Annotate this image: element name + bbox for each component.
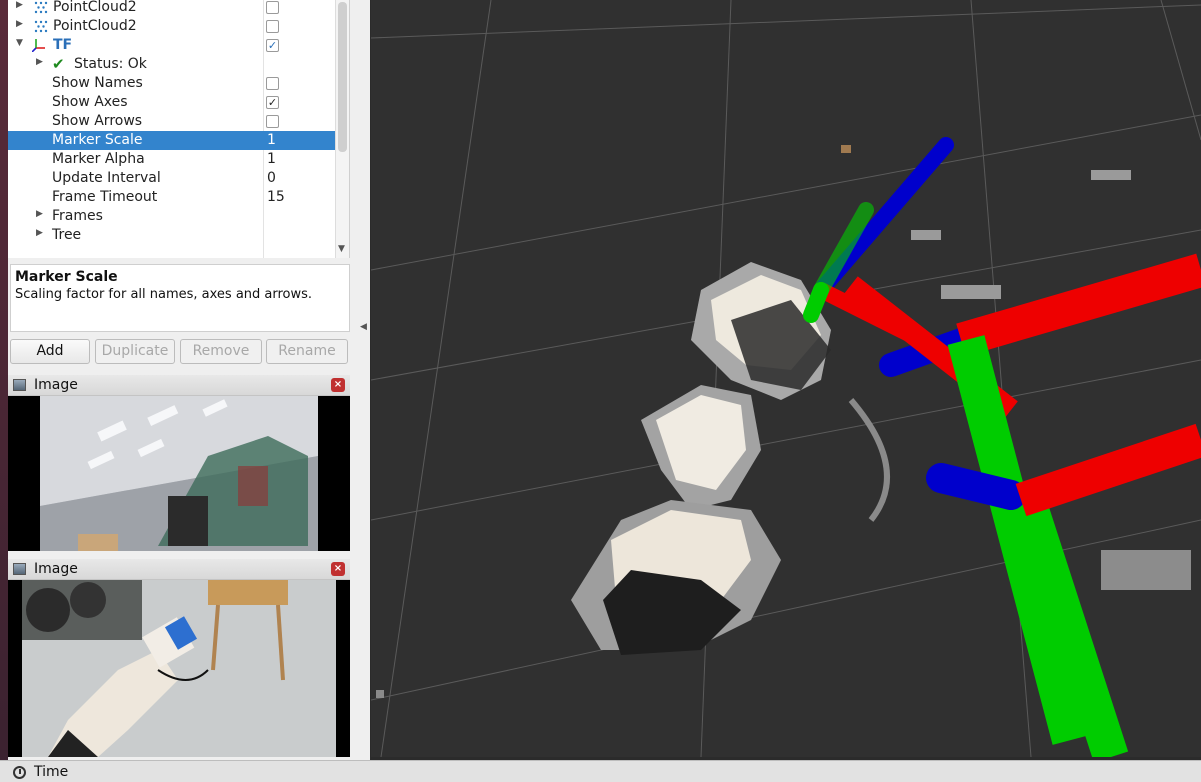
expand-arrow-icon[interactable]: ▶ — [16, 0, 23, 10]
description-text: Scaling factor for all names, axes and a… — [15, 287, 313, 302]
tree-row-frames[interactable]: ▶ Frames — [8, 207, 335, 226]
tree-row-label: Frames — [52, 208, 103, 224]
property-description: Marker Scale Scaling factor for all name… — [10, 264, 350, 332]
show-names-checkbox[interactable] — [266, 77, 279, 90]
duplicate-button[interactable]: Duplicate — [95, 339, 175, 364]
tree-row-marker-alpha[interactable]: Marker Alpha 1 — [8, 150, 335, 169]
enable-checkbox[interactable] — [266, 20, 279, 33]
expand-arrow-icon[interactable]: ▶ — [36, 57, 43, 67]
tree-row-label: TF — [53, 37, 73, 53]
frame-timeout-value[interactable]: 15 — [267, 188, 285, 207]
marker-scale-value[interactable]: 1 — [267, 131, 276, 150]
image-icon — [13, 563, 26, 575]
rviz-window: ▶ PointCloud2 ▶ PointCloud2 ▼ TF ✓ ▶ ✔ S… — [0, 0, 1201, 782]
tree-row-show-arrows[interactable]: Show Arrows — [8, 112, 335, 131]
camera-image-2 — [8, 580, 350, 757]
pointcloud-icon — [34, 1, 48, 14]
update-interval-value[interactable]: 0 — [267, 169, 276, 188]
tree-row-label: Show Arrows — [52, 113, 143, 129]
tree-row-label: PointCloud2 — [53, 18, 137, 34]
camera-image-1-render — [8, 396, 350, 551]
tree-row-show-names[interactable]: Show Names — [8, 74, 335, 93]
expand-arrow-icon[interactable]: ▶ — [16, 19, 23, 29]
tree-row-status[interactable]: ▶ ✔ Status: Ok — [8, 55, 335, 74]
add-button[interactable]: Add — [10, 339, 90, 364]
marker-alpha-value[interactable]: 1 — [267, 150, 276, 169]
collapse-panel-arrow-icon[interactable]: ◀ — [360, 322, 367, 332]
image-panel-title: Image — [34, 377, 78, 393]
rename-button[interactable]: Rename — [266, 339, 348, 364]
tree-row-pointcloud2-a[interactable]: ▶ PointCloud2 — [8, 0, 335, 17]
tree-row-label: Marker Scale — [52, 132, 143, 148]
close-icon[interactable]: × — [331, 562, 345, 576]
description-title: Marker Scale — [15, 269, 118, 285]
tree-row-label: Show Names — [52, 75, 143, 91]
image-panel-title-bar[interactable]: Image × — [8, 559, 350, 580]
collapse-arrow-icon[interactable]: ▼ — [16, 38, 23, 48]
tree-row-marker-scale[interactable]: Marker Scale 1 — [8, 131, 335, 150]
desktop-dock-strip — [0, 0, 8, 760]
clock-icon — [13, 766, 26, 779]
show-axes-checkbox[interactable]: ✓ — [266, 96, 279, 109]
tree-row-label: Tree — [52, 227, 82, 243]
expand-arrow-icon[interactable]: ▶ — [36, 228, 43, 238]
left-panel: ▶ PointCloud2 ▶ PointCloud2 ▼ TF ✓ ▶ ✔ S… — [8, 0, 370, 760]
tree-row-tf[interactable]: ▼ TF ✓ — [8, 36, 335, 55]
show-arrows-checkbox[interactable] — [266, 115, 279, 128]
image-panel-title-bar[interactable]: Image × — [8, 375, 350, 396]
image-panel-title: Image — [34, 561, 78, 577]
enable-checkbox[interactable] — [266, 1, 279, 14]
image-icon — [13, 379, 26, 391]
time-panel-title: Time — [34, 764, 69, 780]
tree-row-tree[interactable]: ▶ Tree — [8, 226, 335, 245]
pointcloud-icon — [34, 20, 48, 33]
remove-button[interactable]: Remove — [180, 339, 262, 364]
camera-image-1 — [8, 396, 350, 551]
3d-viewport[interactable] — [371, 0, 1201, 757]
image-panel-1: Image × — [8, 375, 350, 551]
tree-row-label: Frame Timeout — [52, 189, 158, 205]
displays-tree[interactable]: ▶ PointCloud2 ▶ PointCloud2 ▼ TF ✓ ▶ ✔ S… — [8, 0, 350, 258]
status-ok-check-icon: ✔ — [52, 55, 65, 73]
close-icon[interactable]: × — [331, 378, 345, 392]
image-panel-2: Image × — [8, 559, 350, 757]
tree-row-show-axes[interactable]: Show Axes ✓ — [8, 93, 335, 112]
tf-axes-icon — [32, 39, 45, 52]
scrollbar-thumb[interactable] — [338, 2, 347, 152]
tree-row-pointcloud2-b[interactable]: ▶ PointCloud2 — [8, 17, 335, 36]
camera-image-2-render — [8, 580, 350, 757]
tree-scrollbar[interactable]: ▼ — [335, 0, 349, 258]
3d-scene — [371, 0, 1201, 757]
scroll-down-arrow-icon[interactable]: ▼ — [338, 244, 345, 254]
tree-row-label: Status: Ok — [74, 56, 147, 72]
tree-row-label: Update Interval — [52, 170, 161, 186]
enable-checkbox[interactable]: ✓ — [266, 39, 279, 52]
tree-row-label: Show Axes — [52, 94, 128, 110]
tree-row-update-interval[interactable]: Update Interval 0 — [8, 169, 335, 188]
tree-row-label: PointCloud2 — [53, 0, 137, 15]
expand-arrow-icon[interactable]: ▶ — [36, 209, 43, 219]
time-panel-bar: Time — [0, 760, 1201, 782]
tree-row-frame-timeout[interactable]: Frame Timeout 15 — [8, 188, 335, 207]
tree-row-label: Marker Alpha — [52, 151, 145, 167]
